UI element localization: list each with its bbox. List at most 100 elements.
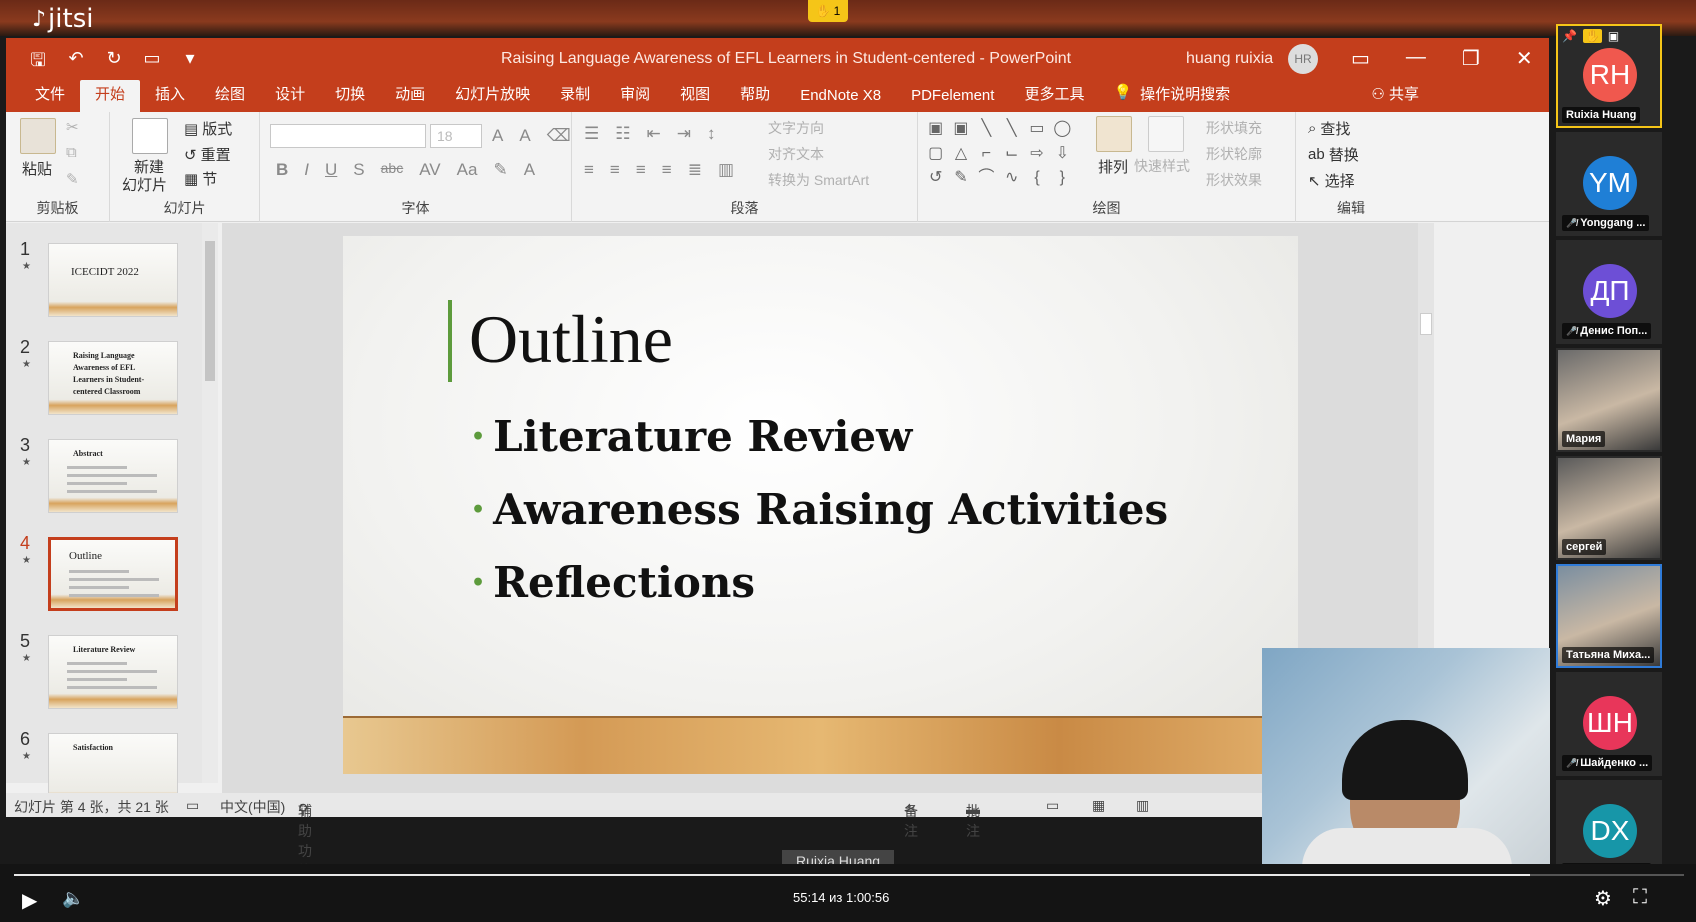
font-color-icon[interactable]: A [524, 160, 535, 180]
new-slide-icon[interactable] [132, 118, 168, 154]
thumbnail-scrollbar[interactable] [202, 223, 218, 783]
slide-thumbnail-3[interactable]: Abstract [48, 439, 178, 513]
align-center-icon[interactable]: ≡ [610, 160, 620, 180]
normal-view-icon[interactable]: ▭ [1046, 797, 1059, 814]
justify-icon[interactable]: ≡ [662, 160, 672, 180]
redo-icon[interactable]: ↻ [104, 48, 124, 78]
arrow-right-icon[interactable]: ⇨ [1025, 143, 1048, 166]
progress-bar[interactable] [14, 874, 1684, 876]
slide-bullets[interactable]: • Literature Review • Awareness Raising Act… [471, 400, 1168, 619]
curve-icon[interactable]: ↺ [924, 167, 947, 190]
textbox-icon[interactable]: ▣ [924, 118, 947, 141]
sorter-view-icon[interactable]: ▦ [1092, 797, 1105, 814]
participant-tile[interactable]: YM 🎤̸ Yonggang ... [1556, 132, 1662, 236]
change-case-icon[interactable]: Aa [457, 160, 478, 180]
numbering-icon[interactable]: ☷ [615, 124, 630, 144]
freeform-icon[interactable]: ✎ [949, 167, 972, 190]
slide-bullet[interactable]: • Awareness Raising Activities [471, 473, 1168, 546]
wave-icon[interactable]: ∿ [1000, 167, 1023, 190]
tab-4[interactable]: 设计 [260, 80, 320, 112]
slide-thumbnail-1[interactable]: ICECIDT 2022 [48, 243, 178, 317]
arrange-button[interactable]: 排列 [1098, 156, 1128, 177]
highlight-icon[interactable]: ✎ [493, 160, 507, 180]
tab-10[interactable]: 视图 [665, 80, 725, 112]
triangle-icon[interactable]: △ [949, 143, 972, 166]
settings-icon[interactable]: ⚙ [1594, 886, 1612, 911]
thumbnail-scrollbar-thumb[interactable] [205, 241, 215, 381]
slide-title[interactable]: Outline [469, 300, 673, 379]
layout-button[interactable]: ▤ 版式 [184, 118, 232, 139]
participant-tile[interactable]: Мария [1556, 348, 1662, 452]
play-icon[interactable]: ▶ [22, 888, 37, 913]
tab-5[interactable]: 切换 [320, 80, 380, 112]
volume-icon[interactable]: 🔈 [62, 888, 84, 909]
slide-bullet[interactable]: • Reflections [471, 546, 1168, 619]
slide-count-status[interactable]: 幻灯片 第 4 张，共 21 张 [14, 797, 169, 817]
brace-right-icon[interactable]: } [1051, 167, 1074, 190]
char-spacing-icon[interactable]: AV [419, 160, 440, 180]
align-left-icon[interactable]: ≡ [584, 160, 594, 180]
participant-tile[interactable]: сергей [1556, 456, 1662, 560]
select-button[interactable]: ↖ 选择 [1308, 170, 1355, 191]
shapes-gallery[interactable]: ▣ ▣ ╲ ╲ ▭ ◯ ▢ △ ⌐ ⌙ ⇨ ⇩ ↺ ✎ ⌒ ∿{} [924, 118, 1074, 190]
arc-icon[interactable]: ⌒ [975, 167, 998, 190]
reading-view-icon[interactable]: ▥ [1136, 797, 1149, 814]
align-text-button[interactable]: 对齐文本 [768, 144, 824, 164]
tab-9[interactable]: 审阅 [605, 80, 665, 112]
copy-icon[interactable]: ⧉ [66, 144, 77, 161]
italic-icon[interactable]: I [304, 160, 309, 180]
paste-button[interactable]: 粘贴 [22, 158, 52, 179]
connector2-icon[interactable]: ⌙ [1000, 143, 1023, 166]
vtextbox-icon[interactable]: ▣ [949, 118, 972, 141]
line-icon[interactable]: ╲ [975, 118, 998, 141]
clear-format-icon[interactable]: ⌫ [547, 126, 571, 146]
section-button[interactable]: ▦ 节 [184, 168, 217, 189]
slide-thumbnail-2[interactable]: Raising Language Awareness of EFL Learne… [48, 341, 178, 415]
slide-thumbnail-4[interactable]: Outline [48, 537, 178, 611]
font-size-input[interactable]: 18 [430, 124, 482, 148]
quick-styles-icon[interactable] [1148, 116, 1184, 152]
tab-8[interactable]: 录制 [545, 80, 605, 112]
distribute-icon[interactable]: ≣ [688, 160, 702, 180]
participant-tile[interactable]: Татьяна Миха... [1556, 564, 1662, 668]
strikethrough-icon[interactable]: abc [381, 160, 404, 180]
slide-bullet[interactable]: • Literature Review [471, 400, 1168, 473]
increase-indent-icon[interactable]: ⇥ [677, 124, 691, 144]
columns-icon[interactable]: ▥ [718, 160, 734, 180]
connector-icon[interactable]: ⌐ [975, 143, 998, 166]
tab-0[interactable]: 文件 [20, 80, 80, 112]
tab-1[interactable]: 开始 [80, 80, 141, 112]
language-status[interactable]: 中文(中国) [220, 797, 285, 817]
tell-me-search[interactable]: 💡 操作说明搜索 [1099, 83, 1240, 112]
format-painter-icon[interactable]: ✎ [66, 170, 79, 188]
user-avatar[interactable]: HR [1288, 44, 1318, 74]
tab-6[interactable]: 动画 [380, 80, 440, 112]
rect-icon[interactable]: ▭ [1025, 118, 1048, 141]
brace-left-icon[interactable]: { [1025, 167, 1048, 190]
align-right-icon[interactable]: ≡ [636, 160, 646, 180]
find-button[interactable]: ⌕ 查找 [1308, 118, 1350, 139]
tab-12[interactable]: EndNote X8 [785, 80, 896, 112]
pin-icon[interactable]: 📌 [1562, 29, 1577, 43]
bold-icon[interactable]: B [276, 160, 288, 180]
restore-icon[interactable]: ❐ [1462, 46, 1480, 71]
decrease-indent-icon[interactable]: ⇤ [647, 124, 661, 144]
present-icon[interactable]: ▭ [142, 48, 162, 78]
share-button[interactable]: ⚇ 共享 [1371, 83, 1419, 104]
slide-thumbnail-5[interactable]: Literature Review [48, 635, 178, 709]
underline-icon[interactable]: U [325, 160, 337, 180]
line2-icon[interactable]: ╲ [1000, 118, 1023, 141]
raised-hands-badge[interactable]: ✋ 1 [808, 0, 848, 22]
arrow-down-icon[interactable]: ⇩ [1051, 143, 1074, 166]
tab-2[interactable]: 插入 [140, 80, 200, 112]
tab-7[interactable]: 幻灯片放映 [440, 80, 545, 112]
undo-icon[interactable]: ↶ [66, 48, 86, 78]
participant-tile[interactable]: ДП 🎤̸ Денис Поп... [1556, 240, 1662, 344]
shadow-icon[interactable]: S [353, 160, 364, 180]
presenter-video[interactable] [1262, 648, 1550, 864]
current-slide[interactable]: Outline • Literature Review • Awareness Rai… [343, 236, 1298, 774]
oval-icon[interactable]: ◯ [1051, 118, 1074, 141]
spellcheck-icon[interactable]: ▭ [186, 797, 199, 814]
customize-icon[interactable]: ▾ [180, 48, 200, 78]
paste-icon[interactable] [20, 118, 56, 154]
